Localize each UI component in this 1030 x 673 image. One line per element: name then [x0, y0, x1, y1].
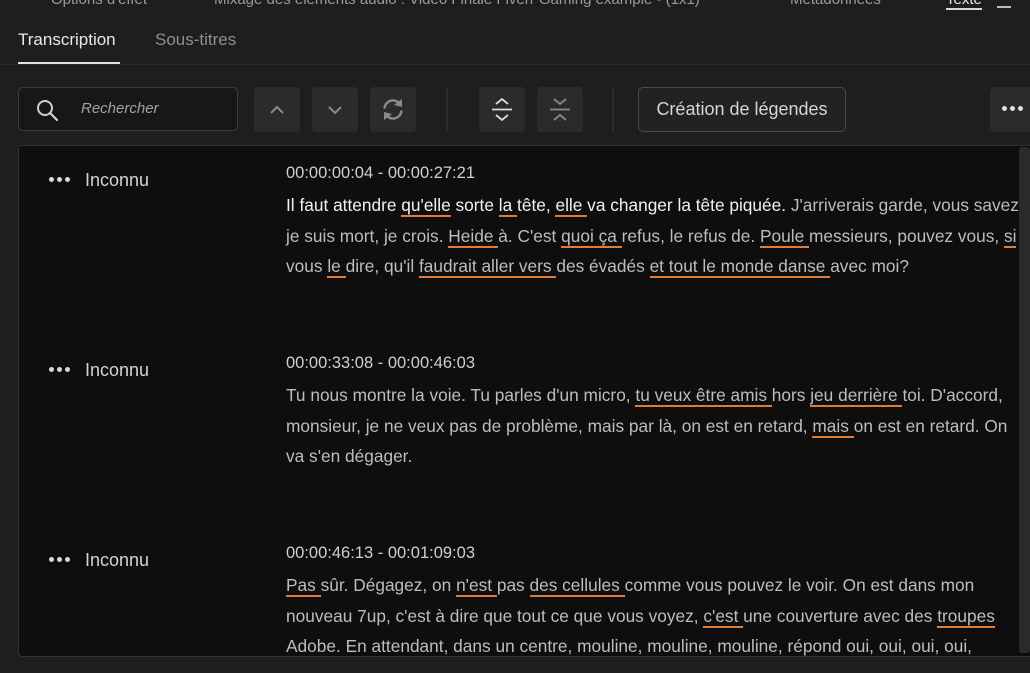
- flagged-word[interactable]: quoi ça: [561, 225, 622, 248]
- flagged-word[interactable]: jeu derrière: [810, 385, 903, 407]
- transcript-run[interactable]: Tu nous montre la voie. Tu parles d'un m…: [286, 385, 635, 405]
- flagged-word[interactable]: Poule: [759, 225, 809, 248]
- segment-text[interactable]: Pas sûr. Dégagez, on n'est pas des cellu…: [286, 570, 1026, 656]
- transcript-run[interactable]: vous: [286, 256, 327, 276]
- flagged-word[interactable]: la: [498, 195, 518, 217]
- segment-text[interactable]: Il faut attendre qu'elle sorte la tête, …: [286, 190, 1026, 282]
- refresh-icon: [383, 99, 403, 120]
- more-icon: [1002, 106, 1026, 111]
- more-options-button[interactable]: [990, 87, 1030, 132]
- transcript-run[interactable]: avec moi?: [830, 256, 909, 276]
- flagged-word[interactable]: Heide: [448, 225, 499, 248]
- search-icon: [37, 100, 59, 122]
- transcript-run[interactable]: oui, oui, oui, oui,: [846, 636, 972, 656]
- speaker-menu-icon[interactable]: [49, 177, 73, 182]
- flagged-word[interactable]: des cellules: [529, 575, 625, 597]
- transcript-run[interactable]: à. C'est: [498, 226, 561, 246]
- flagged-word[interactable]: et tout le monde danse: [649, 256, 831, 278]
- flagged-word[interactable]: qu'elle: [401, 195, 451, 217]
- transcript-panel: Inconnu 00:00:00:04 - 00:00:27:21 Il fau…: [18, 145, 1030, 657]
- flagged-word[interactable]: si: [1003, 225, 1017, 248]
- tab-subtitles[interactable]: Sous-titres: [155, 30, 236, 50]
- toolbar-divider: [612, 88, 614, 132]
- transcript-run[interactable]: tête,: [517, 195, 555, 215]
- flagged-word[interactable]: elle: [555, 195, 588, 217]
- transcript-run[interactable]: Il faut attendre: [286, 195, 401, 215]
- segment-timecode: 00:00:00:04 - 00:00:27:21: [286, 164, 475, 182]
- collapse-icon: [550, 98, 570, 121]
- search-field[interactable]: Rechercher: [18, 87, 238, 131]
- panel-tab-audio-mixer[interactable]: Mixage des éléments audio : Vidéo Finale…: [214, 0, 700, 8]
- tab-divider: [0, 64, 1030, 65]
- flagged-word[interactable]: troupes: [937, 605, 995, 628]
- flagged-word[interactable]: un: [495, 636, 520, 656]
- transcript-run[interactable]: hors: [772, 385, 810, 405]
- transcript-run[interactable]: Adobe. En attendant, dans: [286, 636, 495, 656]
- flagged-word[interactable]: le: [327, 256, 346, 278]
- transcript-run[interactable]: sûr. Dégagez, on: [321, 575, 456, 595]
- panel-tab-text[interactable]: Texte: [946, 0, 982, 10]
- speaker-name: Inconnu: [85, 360, 150, 380]
- flagged-word[interactable]: faudrait aller vers: [419, 256, 557, 278]
- panel-tab-effect-options[interactable]: Options d'effet: [51, 0, 147, 8]
- speaker-menu-icon[interactable]: [49, 367, 73, 372]
- flagged-word[interactable]: répond: [787, 636, 847, 656]
- transcript-run[interactable]: pas: [497, 575, 530, 595]
- transcript-run[interactable]: dire, qu'il: [346, 256, 419, 276]
- toolbar-divider: [446, 88, 448, 132]
- transcript-run[interactable]: une couverture avec des: [743, 606, 937, 626]
- flagged-word[interactable]: c'est: [703, 605, 744, 628]
- scrollbar[interactable]: [1019, 147, 1030, 653]
- speaker-menu-icon[interactable]: [49, 557, 73, 562]
- tab-transcription[interactable]: Transcription: [18, 30, 116, 50]
- flagged-word[interactable]: Pas: [286, 575, 321, 597]
- panel-tab-bar: Options d'effet Mixage des éléments audi…: [0, 0, 1030, 10]
- transcript-run[interactable]: refus, le refus de.: [622, 226, 760, 246]
- transcript-run[interactable]: des évadés: [556, 256, 649, 276]
- speaker-name: Inconnu: [85, 170, 150, 190]
- segment-timecode: 00:00:46:13 - 00:01:09:03: [286, 544, 475, 562]
- replace-button[interactable]: [370, 87, 416, 132]
- transcript-run[interactable]: va changer la tête piquée.: [587, 195, 786, 215]
- transcript-run[interactable]: sorte: [451, 195, 499, 215]
- panel-tab-metadata[interactable]: Métadonnées: [790, 0, 881, 8]
- transcript-run[interactable]: messieurs, pouvez vous,: [809, 226, 1004, 246]
- expand-segments-button[interactable]: [479, 87, 525, 132]
- collapse-segments-button[interactable]: [537, 87, 583, 132]
- create-captions-button[interactable]: Création de légendes: [638, 87, 846, 132]
- transcript-run[interactable]: centre, mouline, mouline, mouline,: [520, 636, 788, 656]
- chevron-up-icon: [270, 105, 284, 114]
- chevron-down-icon: [328, 106, 342, 115]
- expand-icon: [492, 97, 512, 122]
- flagged-word[interactable]: tu veux être amis: [635, 385, 772, 407]
- segment-text[interactable]: Tu nous montre la voie. Tu parles d'un m…: [286, 380, 1026, 472]
- speaker-name: Inconnu: [85, 550, 150, 570]
- next-result-button[interactable]: [312, 87, 358, 132]
- panel-menu-icon[interactable]: [997, 0, 1011, 8]
- previous-result-button[interactable]: [254, 87, 300, 132]
- segment-timecode: 00:00:33:08 - 00:00:46:03: [286, 354, 475, 372]
- search-input[interactable]: Rechercher: [81, 100, 159, 117]
- flagged-word[interactable]: mais: [812, 415, 854, 438]
- flagged-word[interactable]: n'est: [456, 575, 497, 597]
